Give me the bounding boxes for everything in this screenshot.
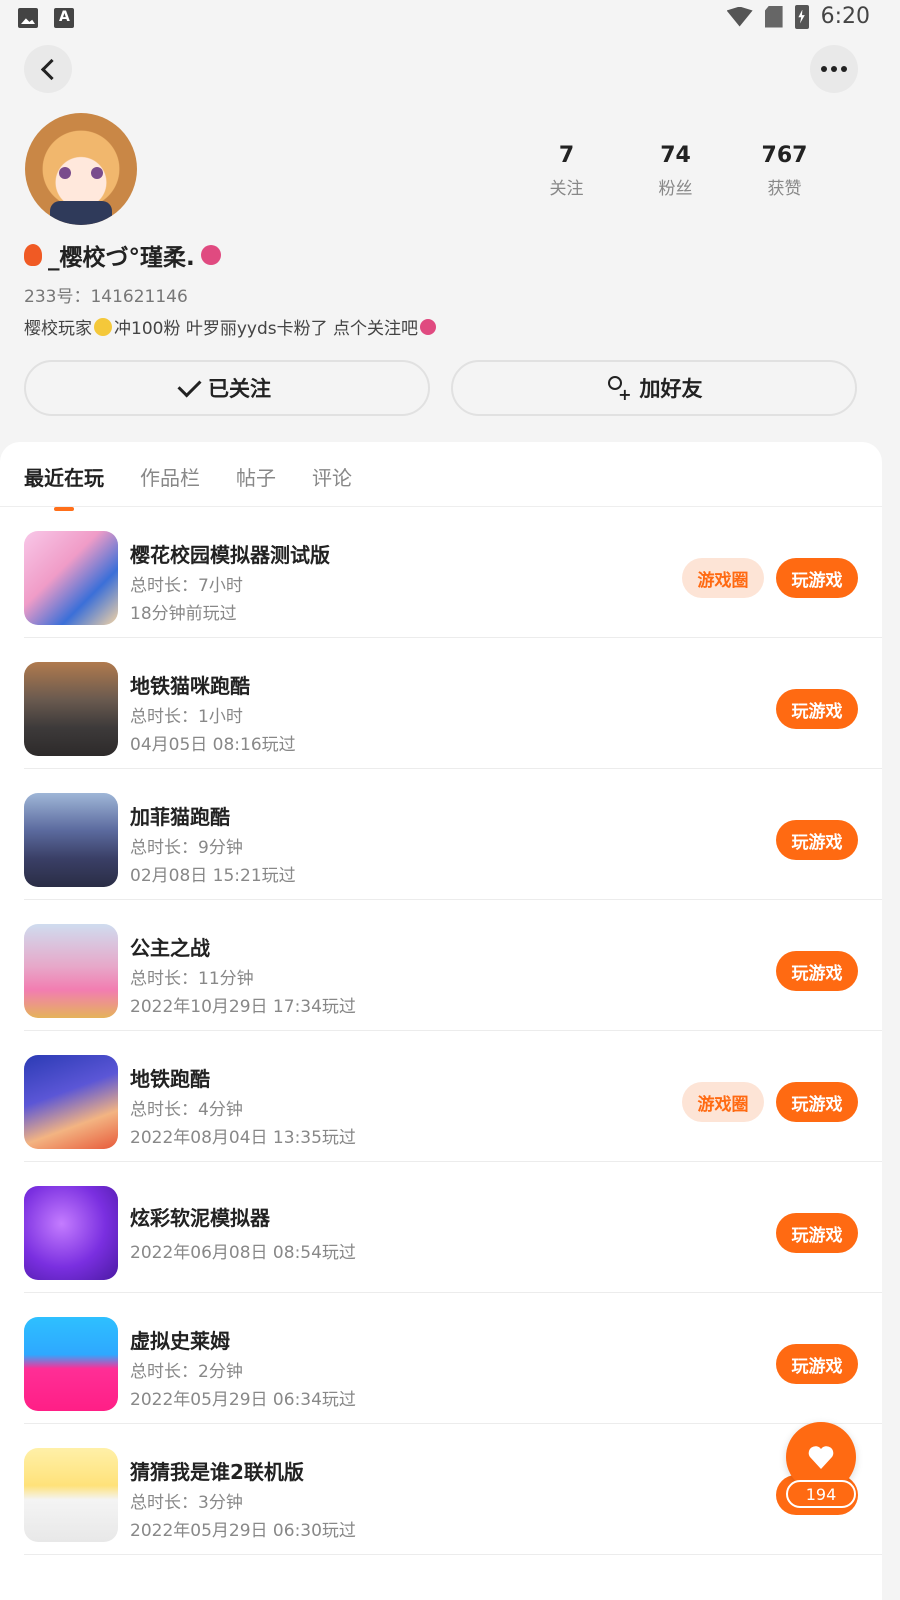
game-row[interactable]: 虚拟史莱姆 总时长：2分钟 2022年05月29日 06:34玩过 玩游戏 <box>24 1293 882 1424</box>
stat-following[interactable]: 7 关注 <box>512 143 621 199</box>
followed-label: 已关注 <box>208 377 271 401</box>
play-game-button[interactable]: 玩游戏 <box>776 1344 858 1384</box>
tab-recent-played[interactable]: 最近在玩 <box>24 462 104 491</box>
more-dots-icon <box>821 66 847 72</box>
game-circle-button[interactable]: 游戏圈 <box>682 1082 764 1122</box>
likes-label: 获赞 <box>767 179 802 199</box>
game-duration: 总时长：1小时 <box>130 707 243 727</box>
game-duration: 总时长：4分钟 <box>130 1100 243 1120</box>
favorite-count: 194 <box>786 1480 856 1508</box>
username: _樱校づ°瑾柔. <box>24 238 221 272</box>
bio-text-part2: 冲100粉 叶罗丽yyds卡粉了 点个关注吧 <box>114 319 419 339</box>
back-button[interactable] <box>24 45 72 93</box>
game-list: 樱花校园模拟器测试版 总时长：7小时 18分钟前玩过 游戏圈 玩游戏 地铁猫咪跑… <box>0 507 882 1555</box>
game-icon[interactable] <box>24 531 118 625</box>
tab-comments[interactable]: 评论 <box>312 462 352 491</box>
game-icon[interactable] <box>24 924 118 1018</box>
more-options-button[interactable] <box>810 45 858 93</box>
fans-label: 粉丝 <box>658 179 693 199</box>
game-circle-button[interactable]: 游戏圈 <box>682 558 764 598</box>
tab-bar: 最近在玩 作品栏 帖子 评论 <box>24 462 352 491</box>
profile-stats: 7 关注 74 粉丝 767 获赞 <box>512 143 839 199</box>
game-last-played: 2022年05月29日 06:34玩过 <box>130 1390 356 1410</box>
game-duration: 总时长：9分钟 <box>130 838 243 858</box>
game-duration: 总时长：7小时 <box>130 576 243 596</box>
game-title: 地铁猫咪跑酷 <box>130 674 250 698</box>
clock: 6:20 <box>820 4 870 29</box>
avatar[interactable] <box>25 113 137 225</box>
chevron-left-icon <box>40 58 62 80</box>
following-count: 7 <box>558 143 575 168</box>
game-icon[interactable] <box>24 1055 118 1149</box>
text-notification-icon <box>54 8 74 28</box>
play-game-button[interactable]: 玩游戏 <box>776 951 858 991</box>
game-duration: 总时长：2分钟 <box>130 1362 243 1382</box>
game-last-played: 18分钟前玩过 <box>130 604 237 624</box>
content-card: 最近在玩 作品栏 帖子 评论 樱花校园模拟器测试版 总时长：7小时 18分钟前玩… <box>0 442 882 1600</box>
game-last-played: 2022年10月29日 17:34玩过 <box>130 997 356 1017</box>
game-title: 樱花校园模拟器测试版 <box>130 543 330 567</box>
tulip-emoji-icon <box>24 244 42 266</box>
game-last-played: 02月08日 15:21玩过 <box>130 866 296 886</box>
play-game-button[interactable]: 玩游戏 <box>776 1213 858 1253</box>
rose-emoji-icon <box>420 318 437 335</box>
game-title: 炫彩软泥模拟器 <box>130 1206 270 1230</box>
game-icon[interactable] <box>24 793 118 887</box>
gallery-notification-icon <box>18 8 38 28</box>
game-last-played: 04月05日 08:16玩过 <box>130 735 296 755</box>
checkmark-icon <box>177 372 202 398</box>
username-text: _樱校づ°瑾柔. <box>48 245 195 271</box>
game-duration: 总时长：3分钟 <box>130 1493 243 1513</box>
game-icon[interactable] <box>24 1448 118 1542</box>
game-icon[interactable] <box>24 662 118 756</box>
wifi-icon <box>726 6 753 27</box>
followed-button[interactable]: 已关注 <box>24 360 430 416</box>
game-title: 公主之战 <box>130 936 210 960</box>
game-row[interactable]: 炫彩软泥模拟器 2022年06月08日 08:54玩过 玩游戏 <box>24 1162 882 1293</box>
game-row[interactable]: 樱花校园模拟器测试版 总时长：7小时 18分钟前玩过 游戏圈 玩游戏 <box>24 507 882 638</box>
game-row[interactable]: 地铁跑酷 总时长：4分钟 2022年08月04日 13:35玩过 游戏圈 玩游戏 <box>24 1031 882 1162</box>
play-game-button[interactable]: 玩游戏 <box>776 820 858 860</box>
likes-count: 767 <box>761 143 808 168</box>
no-sim-icon <box>764 5 783 28</box>
stat-likes[interactable]: 767 获赞 <box>730 143 839 199</box>
play-game-button[interactable]: 玩游戏 <box>776 558 858 598</box>
play-game-button[interactable]: 玩游戏 <box>776 1082 858 1122</box>
rose-emoji-icon <box>200 245 221 265</box>
user-id: 233号：141621146 <box>24 287 188 307</box>
blossom-emoji-icon <box>94 317 112 336</box>
game-title: 猜猜我是谁2联机版 <box>130 1460 304 1484</box>
game-title: 加菲猫跑酷 <box>130 805 230 829</box>
stat-fans[interactable]: 74 粉丝 <box>621 143 730 199</box>
tab-works[interactable]: 作品栏 <box>140 462 200 491</box>
favorite-floating-button[interactable]: 194 <box>776 1422 860 1530</box>
game-icon[interactable] <box>24 1186 118 1280</box>
game-row[interactable]: 加菲猫跑酷 总时长：9分钟 02月08日 15:21玩过 玩游戏 <box>24 769 882 900</box>
game-last-played: 2022年08月04日 13:35玩过 <box>130 1128 356 1148</box>
play-game-button[interactable]: 玩游戏 <box>776 689 858 729</box>
game-duration: 总时长：11分钟 <box>130 969 254 989</box>
tab-posts[interactable]: 帖子 <box>236 462 276 491</box>
fans-count: 74 <box>660 143 691 168</box>
game-last-played: 2022年06月08日 08:54玩过 <box>130 1243 356 1263</box>
game-last-played: 2022年05月29日 06:30玩过 <box>130 1521 356 1541</box>
battery-charging-icon <box>794 4 809 29</box>
bio: 樱校玩家 冲100粉 叶罗丽yyds卡粉了 点个关注吧 <box>24 314 437 339</box>
add-friend-label: 加好友 <box>639 377 703 401</box>
game-row[interactable]: 猜猜我是谁2联机版 总时长：3分钟 2022年05月29日 06:30玩过 玩游… <box>24 1424 882 1555</box>
game-row[interactable]: 地铁猫咪跑酷 总时长：1小时 04月05日 08:16玩过 玩游戏 <box>24 638 882 769</box>
following-label: 关注 <box>549 179 584 199</box>
game-row[interactable]: 公主之战 总时长：11分钟 2022年10月29日 17:34玩过 玩游戏 <box>24 900 882 1031</box>
bio-text-part1: 樱校玩家 <box>24 319 92 339</box>
game-title: 地铁跑酷 <box>130 1067 210 1091</box>
game-icon[interactable] <box>24 1317 118 1411</box>
heart-icon <box>808 1445 834 1469</box>
game-title: 虚拟史莱姆 <box>130 1329 230 1353</box>
add-person-icon <box>606 376 632 404</box>
status-bar: 6:20 <box>0 0 900 36</box>
add-friend-button[interactable]: 加好友 <box>451 360 857 416</box>
